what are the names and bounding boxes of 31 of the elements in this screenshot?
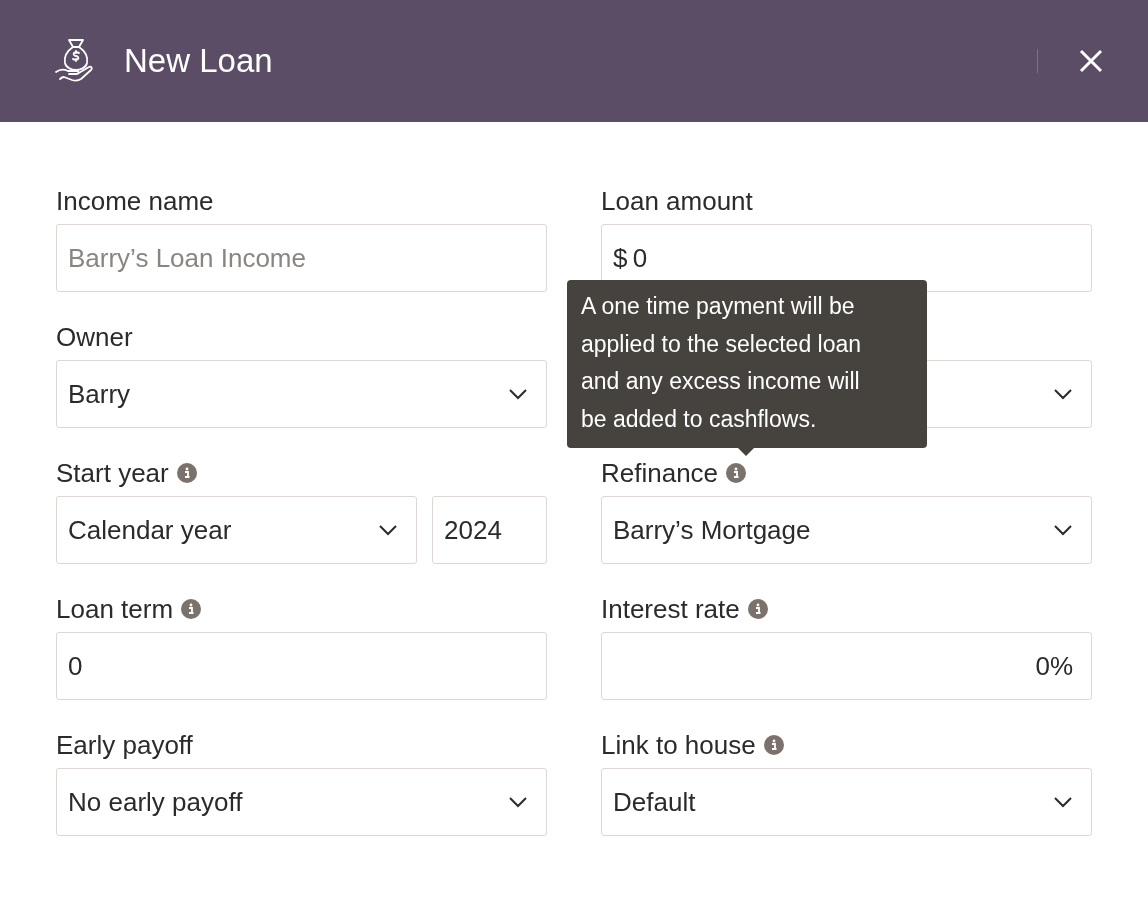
info-icon[interactable]	[176, 463, 197, 483]
select-dropdown[interactable]: Barry	[56, 360, 547, 428]
select-dropdown[interactable]: Default	[601, 768, 1092, 836]
chevron-down-icon	[508, 388, 528, 400]
info-icon[interactable]	[181, 599, 202, 619]
year-input[interactable]: 2024	[432, 496, 547, 564]
info-icon[interactable]	[763, 735, 784, 755]
chevron-down-icon	[1053, 796, 1073, 808]
select-dropdown[interactable]: Calendar year	[56, 496, 417, 564]
field-label: Start year	[56, 457, 169, 489]
dialog-title: New Loan	[124, 42, 274, 80]
text-input[interactable]: Barry’s Loan Income	[56, 224, 547, 292]
info-icon[interactable]	[726, 463, 747, 483]
select-dropdown[interactable]: Barry’s Mortgage	[601, 496, 1092, 564]
chevron-down-icon	[378, 524, 398, 536]
field-label: Interest rate	[601, 593, 740, 625]
chevron-down-icon	[508, 796, 528, 808]
info-icon[interactable]	[747, 599, 768, 619]
field-label: Link to house	[601, 729, 756, 761]
field-label: Refinance	[601, 457, 719, 489]
field-label: Early payoff	[56, 729, 193, 761]
chevron-down-icon	[1053, 388, 1073, 400]
tooltip-pointer	[737, 447, 755, 456]
field-label: Loan term	[56, 593, 174, 625]
select-dropdown[interactable]: No early payoff	[56, 768, 547, 836]
field-label: Loan amount	[601, 185, 753, 217]
rate-input[interactable]: 0%	[601, 632, 1092, 700]
field-label: Income name	[56, 185, 214, 217]
text-input[interactable]: 0	[56, 632, 547, 700]
field-label: Owner	[56, 321, 133, 353]
chevron-down-icon	[1053, 524, 1073, 536]
